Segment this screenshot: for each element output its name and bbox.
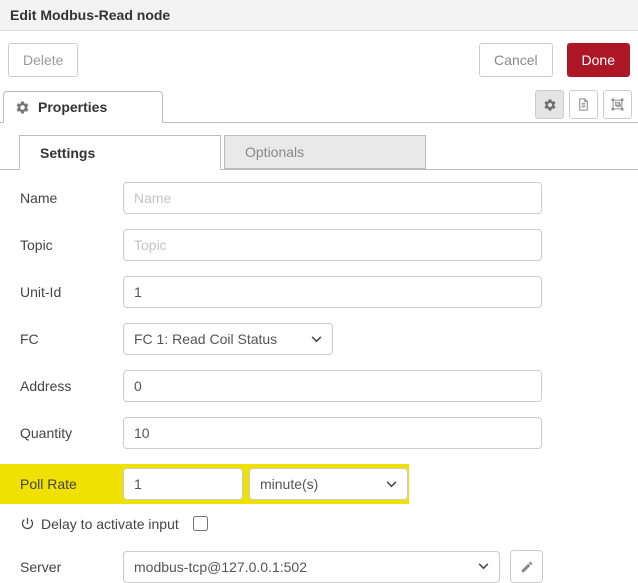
done-button[interactable]: Done — [566, 43, 630, 77]
poll-rate-input[interactable] — [123, 468, 243, 500]
quantity-row: Quantity — [20, 417, 618, 449]
editor-icon-buttons — [535, 90, 632, 119]
properties-icon-button[interactable] — [535, 90, 564, 119]
server-select-value: modbus-tcp@127.0.0.1:502 — [134, 558, 307, 575]
server-label: Server — [20, 558, 62, 575]
chevron-down-icon — [311, 335, 322, 343]
poll-rate-unit-select[interactable]: minute(s) — [249, 468, 408, 500]
tab-properties[interactable]: Properties — [3, 91, 163, 123]
appearance-icon-button[interactable] — [603, 90, 632, 119]
power-icon — [20, 516, 35, 531]
tab-settings-label: Settings — [40, 144, 96, 161]
dialog-title: Edit Modbus-Read node — [10, 7, 171, 23]
dialog-actions: Cancel Done — [479, 43, 630, 77]
topic-input[interactable] — [123, 229, 542, 261]
document-icon — [576, 97, 591, 112]
tab-properties-label: Properties — [38, 99, 108, 115]
chevron-down-icon — [386, 480, 397, 488]
name-label: Name — [20, 190, 58, 206]
unit-id-input[interactable] — [123, 276, 542, 308]
cancel-button[interactable]: Cancel — [479, 43, 553, 77]
dialog-header: Edit Modbus-Read node — [0, 0, 638, 31]
quantity-label: Quantity — [20, 425, 73, 441]
gear-icon — [15, 100, 30, 115]
fc-row: FC FC 1: Read Coil Status — [20, 323, 618, 355]
tab-optionals-label: Optionals — [245, 144, 305, 160]
fc-select-value: FC 1: Read Coil Status — [134, 331, 278, 347]
poll-rate-label: Poll Rate — [20, 476, 77, 492]
tab-settings[interactable]: Settings — [19, 135, 221, 170]
unit-id-label: Unit-Id — [20, 284, 62, 300]
appearance-frame-icon — [610, 97, 625, 112]
delay-checkbox[interactable] — [192, 516, 208, 531]
unit-id-row: Unit-Id — [20, 276, 618, 308]
topic-row: Topic — [20, 229, 618, 261]
gear-icon — [543, 98, 557, 112]
server-row: Server modbus-tcp@127.0.0.1:502 — [20, 550, 618, 583]
poll-rate-unit-value: minute(s) — [260, 476, 319, 492]
chevron-down-icon — [478, 563, 489, 570]
name-input[interactable] — [123, 182, 542, 214]
delay-row: Delay to activate input — [20, 513, 618, 534]
topic-label: Topic — [20, 237, 53, 253]
address-row: Address — [20, 370, 618, 402]
server-select[interactable]: modbus-tcp@127.0.0.1:502 — [123, 550, 500, 583]
dialog-button-row: Delete Cancel Done — [0, 31, 638, 85]
quantity-input[interactable] — [123, 417, 542, 449]
description-icon-button[interactable] — [569, 90, 598, 119]
settings-tab-bar: Settings Optionals — [0, 135, 638, 170]
edit-modbus-read-dialog: Edit Modbus-Read node Delete Cancel Done… — [0, 0, 638, 583]
name-row: Name — [20, 182, 618, 214]
delay-label: Delay to activate input — [41, 515, 179, 532]
tab-optionals[interactable]: Optionals — [224, 135, 426, 169]
address-label: Address — [20, 378, 72, 394]
pencil-icon — [520, 560, 534, 574]
editor-tab-strip: Properties — [0, 90, 638, 123]
settings-form: Name Topic Unit-Id FC FC 1: Read Coil St… — [0, 170, 638, 583]
address-input[interactable] — [123, 370, 542, 402]
fc-select[interactable]: FC 1: Read Coil Status — [123, 323, 333, 355]
poll-rate-row-highlighted: Poll Rate minute(s) — [0, 464, 409, 504]
fc-label: FC — [20, 331, 39, 347]
delete-button[interactable]: Delete — [8, 43, 79, 77]
edit-server-button[interactable] — [510, 550, 543, 583]
